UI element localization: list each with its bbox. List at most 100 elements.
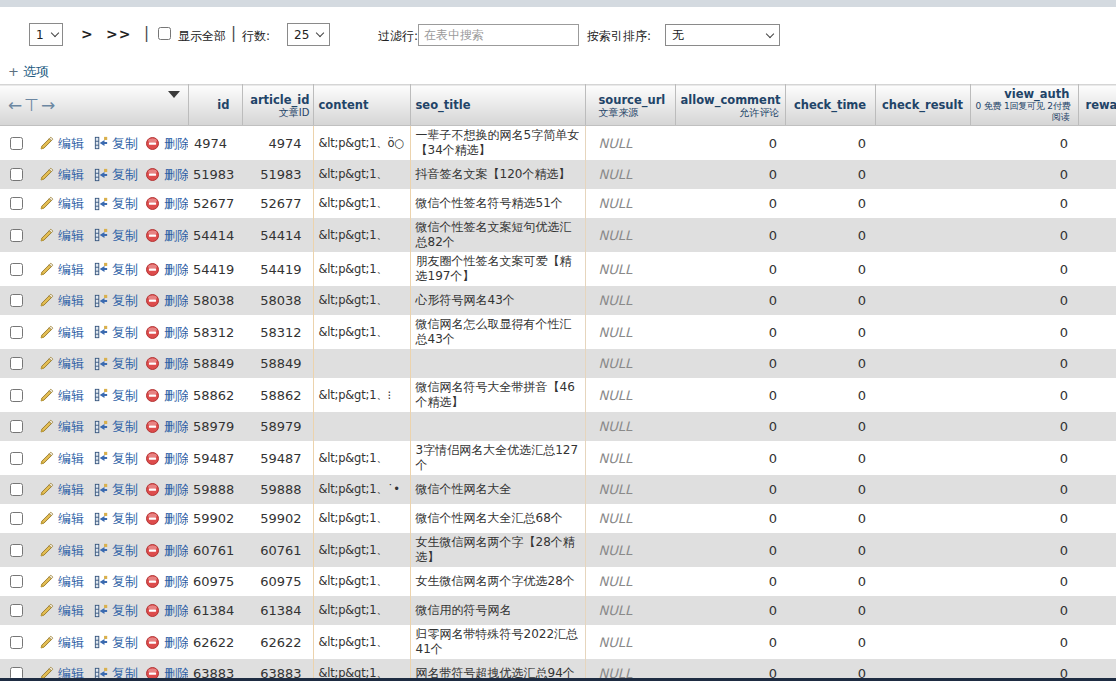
header-source-url[interactable]: source_url文章来源	[585, 85, 675, 126]
edit-link[interactable]: 编辑	[39, 543, 84, 558]
copy-link[interactable]: 复制	[94, 603, 138, 618]
delete-link[interactable]: 删除	[145, 543, 188, 558]
row-checkbox[interactable]	[10, 326, 23, 339]
delete-link[interactable]: 删除	[145, 574, 188, 589]
header-article-id[interactable]: article_id文章ID	[242, 85, 313, 126]
edit-link[interactable]: 编辑	[39, 419, 84, 434]
show-all-checkbox[interactable]	[158, 27, 171, 40]
cell-id: 59487	[188, 441, 242, 475]
copy-link[interactable]: 复制	[94, 635, 138, 650]
edit-link[interactable]: 编辑	[39, 574, 84, 589]
copy-link[interactable]: 复制	[94, 293, 138, 308]
filter-input[interactable]	[418, 24, 579, 46]
edit-link[interactable]: 编辑	[39, 511, 84, 526]
rows-select[interactable]: 25	[287, 23, 330, 46]
row-checkbox[interactable]	[10, 389, 23, 402]
copy-link[interactable]: 复制	[94, 325, 138, 340]
row-checkbox[interactable]	[10, 512, 23, 525]
delete-link[interactable]: 删除	[145, 603, 188, 618]
copy-row-icon	[94, 451, 108, 465]
copy-link[interactable]: 复制	[94, 419, 138, 434]
copy-link[interactable]: 复制	[94, 167, 138, 182]
row-checkbox[interactable]	[10, 483, 23, 496]
row-checkbox[interactable]	[10, 544, 23, 557]
dropdown-triangle-icon[interactable]	[168, 91, 180, 98]
row-checkbox[interactable]	[10, 168, 23, 181]
delete-link[interactable]: 删除	[145, 356, 188, 371]
header-view-auth[interactable]: view_auth0 免费 1回复可见 2付费 阅读	[970, 85, 1078, 126]
header-id[interactable]: id	[188, 85, 242, 126]
copy-link[interactable]: 复制	[94, 196, 138, 211]
edit-link[interactable]: 编辑	[39, 482, 84, 497]
last-page-button[interactable]: >>	[106, 26, 131, 42]
edit-link[interactable]: 编辑	[39, 136, 84, 151]
edit-link[interactable]: 编辑	[39, 228, 84, 243]
copy-link[interactable]: 复制	[94, 228, 138, 243]
row-checkbox[interactable]	[10, 294, 23, 307]
copy-link[interactable]: 复制	[94, 136, 138, 151]
row-checkbox[interactable]	[10, 197, 23, 210]
copy-link[interactable]: 复制	[94, 451, 138, 466]
delete-link[interactable]: 删除	[145, 419, 188, 434]
delete-link[interactable]: 删除	[145, 136, 188, 151]
pencil-icon	[39, 603, 54, 618]
row-checkbox[interactable]	[10, 575, 23, 588]
top-panel-edge	[0, 0, 1116, 7]
delete-link[interactable]: 删除	[145, 167, 188, 182]
rows-select-value: 25	[294, 28, 309, 42]
header-allow-comment[interactable]: allow_comment允许评论	[675, 85, 785, 126]
copy-link[interactable]: 复制	[94, 388, 138, 403]
edit-link[interactable]: 编辑	[39, 388, 84, 403]
copy-link[interactable]: 复制	[94, 482, 138, 497]
delete-link[interactable]: 删除	[145, 635, 188, 650]
page-select[interactable]: 1	[29, 23, 63, 46]
edit-link[interactable]: 编辑	[39, 356, 84, 371]
sort-select[interactable]: 无	[665, 24, 780, 46]
row-checkbox[interactable]	[10, 420, 23, 433]
delete-link[interactable]: 删除	[145, 325, 188, 340]
delete-link[interactable]: 删除	[145, 482, 188, 497]
copy-link[interactable]: 复制	[94, 511, 138, 526]
header-seo-title[interactable]: seo_title	[410, 85, 585, 126]
delete-link[interactable]: 删除	[145, 511, 188, 526]
edit-link[interactable]: 编辑	[39, 603, 84, 618]
edit-link[interactable]: 编辑	[39, 196, 84, 211]
edit-link[interactable]: 编辑	[39, 451, 84, 466]
edit-link[interactable]: 编辑	[39, 293, 84, 308]
delete-link[interactable]: 删除	[145, 388, 188, 403]
column-move-arrows[interactable]: ←⊤→	[8, 95, 57, 115]
row-checkbox[interactable]	[10, 137, 23, 150]
delete-link[interactable]: 删除	[145, 451, 188, 466]
cell-check-time: 0	[785, 189, 875, 218]
row-checkbox[interactable]	[10, 263, 23, 276]
delete-link[interactable]: 删除	[145, 293, 188, 308]
row-actions-cell: 编辑 复制	[0, 441, 188, 475]
cell-view-auth: 0	[970, 475, 1078, 504]
row-checkbox[interactable]	[10, 604, 23, 617]
edit-link[interactable]: 编辑	[39, 635, 84, 650]
copy-row-icon	[94, 168, 108, 182]
copy-link[interactable]: 复制	[94, 543, 138, 558]
header-check-result[interactable]: check_result	[875, 85, 970, 126]
header-check-time[interactable]: check_time	[785, 85, 875, 126]
edit-link[interactable]: 编辑	[39, 325, 84, 340]
header-reward[interactable]: reward	[1078, 85, 1116, 126]
copy-link[interactable]: 复制	[94, 262, 138, 277]
delete-link[interactable]: 删除	[145, 262, 188, 277]
cell-source-url: NULL	[585, 625, 675, 659]
copy-link[interactable]: 复制	[94, 574, 138, 589]
row-checkbox[interactable]	[10, 229, 23, 242]
delete-link[interactable]: 删除	[145, 228, 188, 243]
next-page-button[interactable]: >	[81, 26, 94, 42]
options-toggle[interactable]: + 选项	[8, 63, 49, 81]
edit-link[interactable]: 编辑	[39, 167, 84, 182]
delete-link[interactable]: 删除	[145, 196, 188, 211]
copy-link[interactable]: 复制	[94, 356, 138, 371]
cell-id: 54414	[188, 218, 242, 252]
header-content[interactable]: content	[313, 85, 410, 126]
row-checkbox[interactable]	[10, 357, 23, 370]
row-actions-cell: 编辑 复制	[0, 286, 188, 315]
edit-link[interactable]: 编辑	[39, 262, 84, 277]
row-checkbox[interactable]	[10, 452, 23, 465]
row-checkbox[interactable]	[10, 636, 23, 649]
